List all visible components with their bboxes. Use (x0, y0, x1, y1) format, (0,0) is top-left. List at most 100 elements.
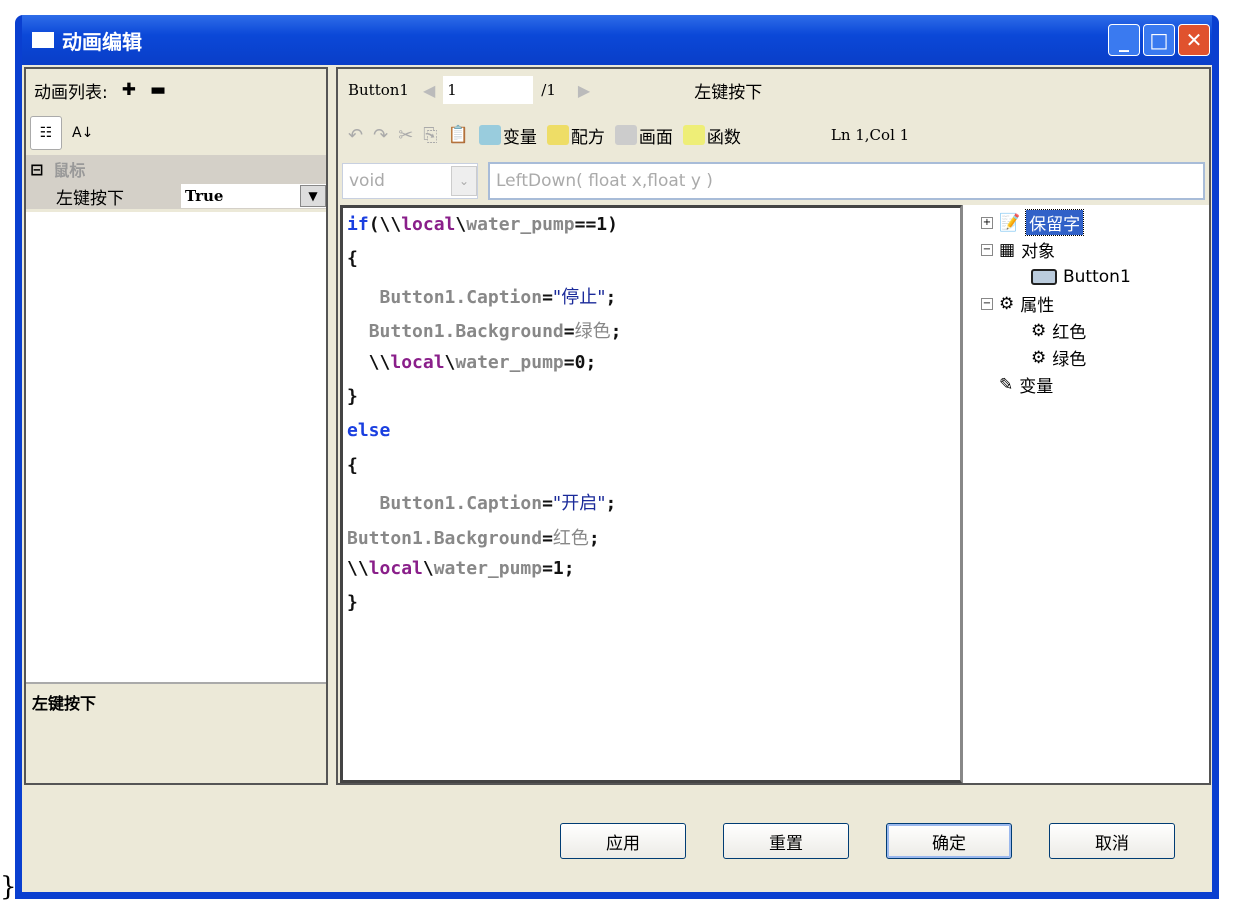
code-line: \\local\water_pump=1; (347, 558, 956, 592)
copy-icon[interactable]: ⎘ (423, 125, 437, 146)
event-name: 左键按下 (694, 82, 763, 103)
cursor-position: Ln 1,Col 1 (830, 126, 910, 144)
code-token: =0; (563, 351, 597, 373)
property-description: 左键按下 (26, 682, 326, 783)
code-token: } (347, 385, 358, 407)
property-name: 左键按下 (56, 188, 124, 209)
function-signature: LeftDown( float x,float y ) (488, 162, 1205, 200)
property-value-select[interactable]: True ▼ (181, 184, 326, 208)
code-token: { (347, 454, 358, 476)
tree-node-properties[interactable]: − ⚙ 属性 (981, 290, 1209, 317)
close-button[interactable]: ✕ (1178, 24, 1210, 56)
code-token: \ (422, 557, 434, 579)
code-token: ; (605, 286, 617, 308)
page-total: /1 (541, 81, 556, 99)
code-editor[interactable]: if(\\local\water_pump==1){ Button1.Capti… (340, 205, 962, 783)
function-icon (682, 125, 705, 145)
apply-button[interactable]: 应用 (560, 823, 686, 859)
minimize-button[interactable]: _ (1108, 24, 1140, 56)
ok-button[interactable]: 确定 (886, 823, 1012, 859)
tree-node-reserved[interactable]: + 📝 保留字 (981, 209, 1209, 236)
code-token: 绿色 (574, 321, 611, 343)
variable-button[interactable]: 变量 (478, 123, 537, 148)
collapse-icon[interactable]: ⊟ (30, 160, 43, 179)
chevron-down-icon: ⌄ (451, 166, 477, 196)
tree-node-objects[interactable]: − ▦ 对象 (981, 236, 1209, 263)
title-bar[interactable]: 动画编辑 _ □ ✕ (22, 15, 1212, 65)
next-page-icon[interactable]: ▶ (578, 81, 590, 100)
gear-icon: ⚙ (999, 293, 1015, 314)
script-editor-panel: Button1 ◀ /1 ▶ 左键按下 ↶ ↷ ✂ ⎘ 📋 变量 配方 画面 函… (336, 67, 1211, 785)
code-token: else (347, 420, 391, 442)
tree-node-variables[interactable]: ✎ 变量 (981, 371, 1209, 398)
tree-node-green[interactable]: ⚙ 绿色 (981, 344, 1209, 371)
variable-icon: ✎ (999, 374, 1014, 395)
code-token: water_pump (433, 557, 543, 579)
code-line: Button1.Caption="停止"; (347, 283, 956, 317)
code-token: \\ (347, 351, 391, 373)
objects-icon: ▦ (999, 239, 1016, 260)
animation-editor-window: 动画编辑 _ □ ✕ 动画列表: ✚ ▬ ☷ A↓ ⊟ 鼠标 左键按下 True ▼ … (15, 15, 1219, 899)
code-line: } (347, 386, 956, 420)
sort-alpha-button[interactable]: A↓ (72, 125, 93, 141)
code-token: } (347, 592, 358, 614)
page-input[interactable] (443, 76, 534, 104)
code-token: ; (605, 493, 617, 515)
code-token: local (401, 214, 456, 235)
code-token: \ (455, 214, 467, 235)
code-token: water_pump (455, 351, 564, 373)
maximize-button[interactable]: □ (1143, 24, 1175, 56)
code-line: Button1.Background=绿色; (347, 317, 956, 351)
code-token: ==1) (574, 214, 618, 235)
property-row: 左键按下 True ▼ (26, 183, 326, 209)
gear-icon: ⚙ (1031, 347, 1047, 368)
code-token: local (368, 557, 423, 579)
recipe-button[interactable]: 配方 (546, 123, 605, 148)
code-line: Button1.Caption="开启"; (347, 489, 956, 523)
screen-icon (614, 125, 637, 145)
code-token: Button1.Caption (379, 493, 543, 515)
code-line: { (347, 248, 956, 282)
code-line: if(\\local\water_pump==1) (347, 214, 956, 248)
tree-node-button1[interactable]: Button1 (981, 263, 1209, 290)
function-button[interactable]: 函数 (682, 123, 741, 148)
code-token: Button1.Caption (379, 286, 543, 308)
code-token: water_pump (466, 214, 575, 235)
code-token: "停止" (552, 286, 606, 308)
reset-button[interactable]: 重置 (723, 823, 849, 859)
animation-list-panel: 动画列表: ✚ ▬ ☷ A↓ ⊟ 鼠标 左键按下 True ▼ 左键按下 (24, 67, 328, 785)
add-animation-button[interactable]: ✚ (122, 80, 136, 100)
remove-animation-button[interactable]: ▬ (150, 80, 166, 100)
return-type-select[interactable]: void ⌄ (342, 163, 478, 199)
cut-icon[interactable]: ✂ (398, 125, 413, 146)
prev-page-icon[interactable]: ◀ (423, 81, 435, 100)
code-token: { (347, 248, 358, 270)
code-token: ; (588, 527, 600, 549)
code-token: "开启" (552, 493, 606, 515)
symbol-tree[interactable]: + 📝 保留字 − ▦ 对象 Button1 − ⚙ 属性 ⚙ 红色 ⚙ 绿色 ✎ 变量 (962, 205, 1209, 783)
categorized-view-button[interactable]: ☷ (30, 116, 62, 150)
code-line: { (347, 455, 956, 489)
recipe-icon (546, 125, 569, 145)
screen-button[interactable]: 画面 (614, 123, 673, 148)
code-token: Button1.Background (368, 321, 564, 343)
code-token: 红色 (552, 527, 589, 549)
code-token: if (347, 214, 369, 235)
code-token: local (390, 351, 445, 373)
cancel-button[interactable]: 取消 (1049, 823, 1175, 859)
code-line: Button1.Background=红色; (347, 524, 956, 558)
gear-icon: ⚙ (1031, 320, 1047, 341)
group-mouse: 鼠标 (53, 161, 86, 180)
paste-icon[interactable]: 📋 (448, 125, 469, 145)
chevron-down-icon[interactable]: ▼ (300, 185, 326, 207)
undo-icon[interactable]: ↶ (348, 125, 363, 146)
redo-icon[interactable]: ↷ (373, 125, 388, 146)
code-token: = (563, 321, 575, 343)
code-token: \ (444, 351, 456, 373)
tree-node-red[interactable]: ⚙ 红色 (981, 317, 1209, 344)
window-title: 动画编辑 (62, 29, 142, 54)
animation-list-label: 动画列表: (34, 82, 108, 103)
collapse-icon: − (981, 243, 993, 256)
